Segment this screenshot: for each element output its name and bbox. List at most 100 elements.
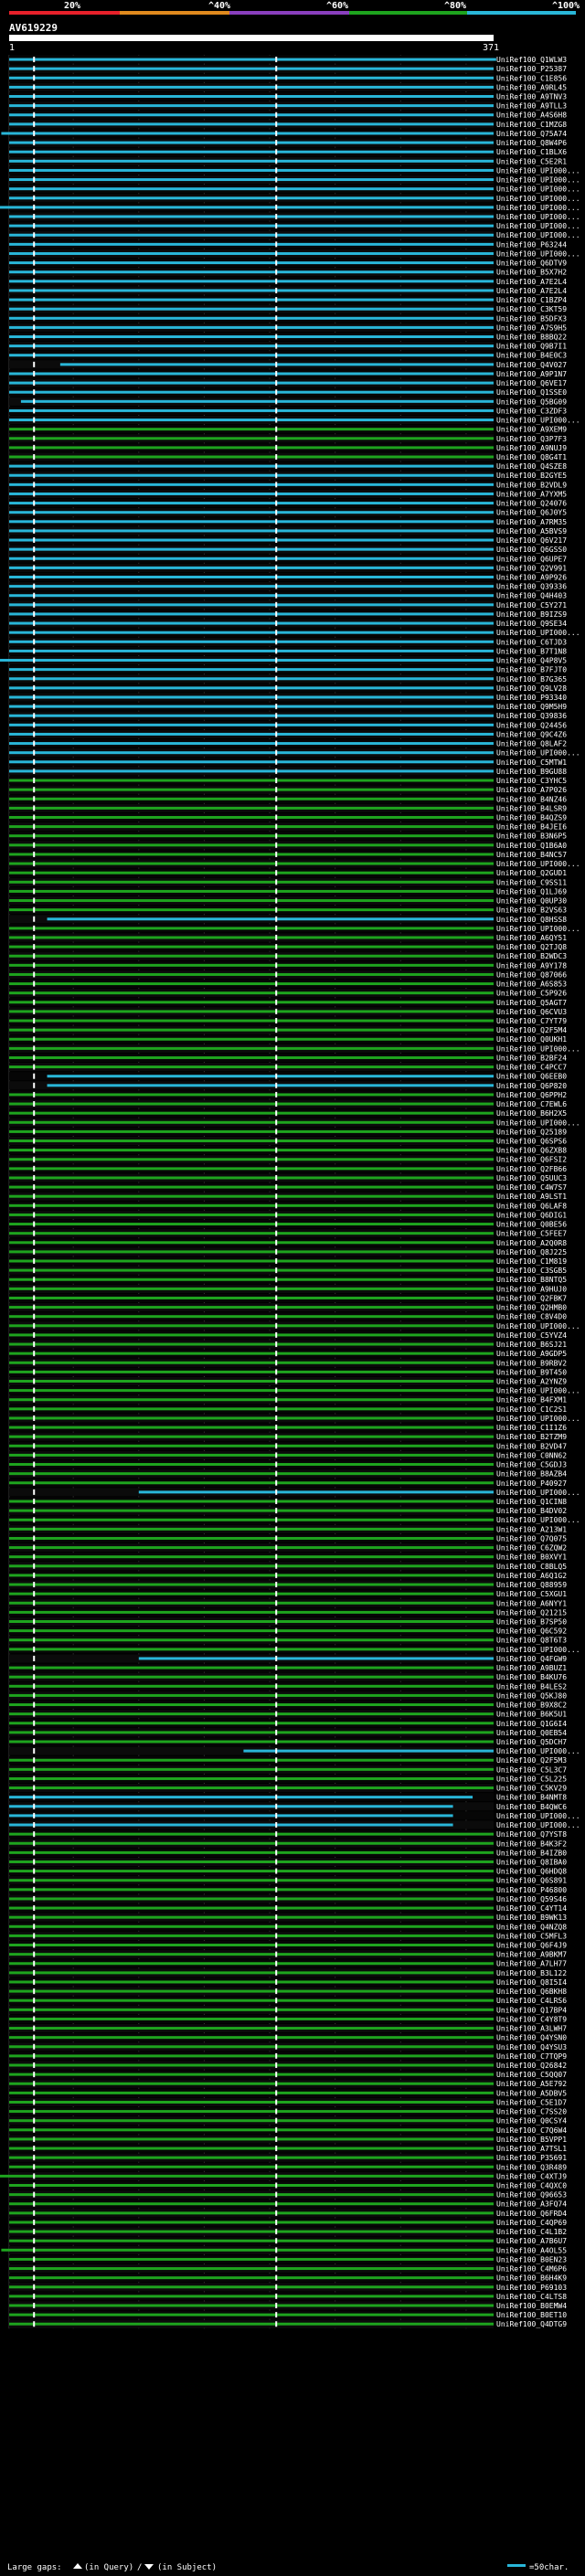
hit-label[interactable]: UniRef100_Q1SSE0 bbox=[496, 388, 567, 397]
hit-row[interactable]: UniRef100_Q8LAF2 bbox=[9, 739, 567, 748]
hit-bar[interactable] bbox=[9, 1518, 494, 1521]
hit-row[interactable]: UniRef100_Q8J225 bbox=[9, 1247, 567, 1256]
hit-bar[interactable] bbox=[9, 2128, 494, 2132]
hit-label[interactable]: UniRef100_P25387 bbox=[496, 65, 567, 73]
hit-bar[interactable] bbox=[9, 1120, 494, 1124]
hit-row[interactable]: UniRef100_Q5KJ80 bbox=[9, 1691, 567, 1701]
hit-bar[interactable] bbox=[9, 261, 494, 265]
hit-row[interactable]: UniRef100_C7SS20 bbox=[9, 2107, 567, 2116]
hit-bar[interactable] bbox=[9, 168, 494, 172]
hit-label[interactable]: UniRef100_B2WDC3 bbox=[496, 952, 567, 960]
hit-bar[interactable] bbox=[9, 1796, 473, 1799]
hit-bar[interactable] bbox=[9, 1167, 494, 1171]
hit-bar[interactable] bbox=[9, 1684, 494, 1688]
hit-row[interactable]: UniRef100_Q6HDQ8 bbox=[9, 1867, 567, 1876]
hit-label[interactable]: UniRef100_A6QY51 bbox=[496, 934, 567, 942]
hit-row[interactable]: UniRef100_Q26842 bbox=[9, 2061, 567, 2070]
hit-bar[interactable] bbox=[9, 714, 494, 717]
hit-label[interactable]: UniRef100_Q6LAF8 bbox=[496, 1202, 567, 1210]
hit-bar[interactable] bbox=[9, 1740, 494, 1744]
hit-bar[interactable] bbox=[9, 1259, 494, 1263]
hit-label[interactable]: UniRef100_UPI000... bbox=[496, 222, 580, 230]
hit-label[interactable]: UniRef100_P35691 bbox=[496, 2154, 567, 2162]
hit-row[interactable]: UniRef100_P40927 bbox=[9, 1479, 567, 1488]
hit-bar[interactable] bbox=[9, 1001, 494, 1004]
hit-bar[interactable] bbox=[9, 547, 494, 551]
hit-bar[interactable] bbox=[9, 2137, 494, 2141]
hit-row[interactable]: UniRef100_B2WDC3 bbox=[9, 951, 567, 961]
hit-bar[interactable] bbox=[9, 85, 494, 89]
hit-bar[interactable] bbox=[47, 1084, 495, 1087]
hit-label[interactable]: UniRef100_UPI000... bbox=[496, 1821, 580, 1829]
hit-bar[interactable] bbox=[9, 871, 494, 875]
hit-row[interactable]: UniRef100_UPI000... bbox=[9, 1811, 580, 1820]
hit-label[interactable]: UniRef100_C1E856 bbox=[496, 74, 567, 82]
hit-label[interactable]: UniRef100_Q5AGT7 bbox=[496, 999, 567, 1007]
hit-label[interactable]: UniRef100_A9BUZ1 bbox=[496, 1664, 567, 1672]
hit-bar[interactable] bbox=[9, 889, 494, 893]
hit-row[interactable]: UniRef100_B7T1N8 bbox=[9, 646, 567, 656]
hit-label[interactable]: UniRef100_Q17BP4 bbox=[496, 2006, 567, 2014]
hit-bar[interactable] bbox=[9, 1527, 494, 1531]
hit-row[interactable]: UniRef100_A3LWH7 bbox=[9, 2023, 567, 2033]
hit-bar[interactable] bbox=[9, 1722, 494, 1725]
hit-label[interactable]: UniRef100_Q8J225 bbox=[496, 1248, 567, 1256]
hit-label[interactable]: UniRef100_B9RBV2 bbox=[496, 1359, 567, 1367]
hit-row[interactable]: UniRef100_A9GDP5 bbox=[9, 1349, 567, 1359]
hit-label[interactable]: UniRef100_B5VPP1 bbox=[496, 2136, 567, 2144]
hit-row[interactable]: UniRef100_B7G365 bbox=[9, 674, 567, 684]
hit-label[interactable]: UniRef100_C1I1Z6 bbox=[496, 1424, 567, 1432]
hit-bar[interactable] bbox=[9, 473, 494, 477]
hit-row[interactable]: UniRef100_B9WK13 bbox=[9, 1913, 567, 1923]
hit-label[interactable]: UniRef100_Q88959 bbox=[496, 1581, 567, 1589]
hit-row[interactable]: UniRef100_Q0UKH1 bbox=[9, 1034, 567, 1044]
hit-row[interactable]: UniRef100_B9X8C2 bbox=[9, 1700, 567, 1710]
hit-row[interactable]: UniRef100_Q8IBA0 bbox=[9, 1857, 567, 1867]
hit-row[interactable]: UniRef100_Q6DIG1 bbox=[9, 1210, 567, 1220]
hit-bar[interactable] bbox=[9, 1046, 494, 1050]
hit-bar[interactable] bbox=[9, 67, 494, 70]
hit-bar[interactable] bbox=[9, 1223, 494, 1226]
hit-bar[interactable] bbox=[9, 1481, 494, 1485]
hit-bar[interactable] bbox=[9, 945, 494, 949]
hit-row[interactable]: UniRef100_C7EWL6 bbox=[9, 1099, 567, 1108]
hit-bar[interactable] bbox=[9, 1426, 494, 1429]
hit-label[interactable]: UniRef100_Q9SE34 bbox=[496, 620, 567, 628]
hit-bar[interactable] bbox=[9, 1213, 494, 1216]
hit-row[interactable]: UniRef100_B7SP50 bbox=[9, 1617, 567, 1627]
hit-label[interactable]: UniRef100_C9SS11 bbox=[496, 878, 567, 886]
hit-row[interactable]: UniRef100_C7TQP9 bbox=[9, 2051, 567, 2061]
hit-label[interactable]: UniRef100_B4JEI6 bbox=[496, 823, 567, 832]
hit-row[interactable]: UniRef100_Q59S46 bbox=[9, 1894, 567, 1903]
hit-bar[interactable] bbox=[9, 1140, 494, 1143]
hit-bar[interactable] bbox=[9, 492, 494, 495]
hit-label[interactable]: UniRef100_C5L225 bbox=[496, 1775, 567, 1783]
hit-row[interactable]: UniRef100_UPI000... bbox=[9, 415, 580, 425]
hit-row[interactable]: UniRef100_Q3R489 bbox=[9, 2162, 567, 2172]
hit-bar[interactable] bbox=[9, 1361, 494, 1364]
hit-row[interactable]: UniRef100_C5XGU1 bbox=[9, 1589, 567, 1599]
hit-label[interactable]: UniRef100_C4L1B2 bbox=[496, 2228, 567, 2236]
hit-label[interactable]: UniRef100_Q5DCH7 bbox=[496, 1738, 567, 1746]
hit-bar[interactable] bbox=[9, 1666, 494, 1670]
hit-row[interactable]: UniRef100_B6SJ21 bbox=[9, 1340, 567, 1349]
hit-row[interactable]: UniRef100_C4L1B2 bbox=[9, 2227, 567, 2237]
hit-label[interactable]: UniRef100_UPI000... bbox=[496, 166, 580, 175]
hit-row[interactable]: UniRef100_Q7Q075 bbox=[9, 1533, 567, 1543]
hit-row[interactable]: UniRef100_Q2HMB0 bbox=[9, 1303, 567, 1312]
hit-row[interactable]: UniRef100_B0ET10 bbox=[9, 2310, 567, 2320]
hit-bar[interactable] bbox=[9, 779, 494, 782]
hit-label[interactable]: UniRef100_Q2V991 bbox=[496, 564, 567, 572]
hit-row[interactable]: UniRef100_Q4YSU3 bbox=[9, 2042, 567, 2051]
hit-bar[interactable] bbox=[9, 150, 494, 154]
hit-bar[interactable] bbox=[9, 196, 494, 200]
hit-row[interactable]: UniRef100_Q24456 bbox=[9, 720, 567, 730]
hit-row[interactable]: UniRef100_Q4NZQ8 bbox=[9, 1922, 567, 1932]
hit-bar[interactable] bbox=[9, 853, 494, 856]
hit-label[interactable]: UniRef100_B4QZS9 bbox=[496, 813, 567, 822]
hit-label[interactable]: UniRef100_C7SS20 bbox=[496, 2108, 567, 2116]
hit-bar[interactable] bbox=[9, 2100, 494, 2104]
hit-row[interactable]: UniRef100_Q9M5H9 bbox=[9, 702, 567, 712]
hit-row[interactable]: UniRef100_Q6SPS6 bbox=[9, 1136, 567, 1146]
hit-row[interactable]: UniRef100_A7E2L4 bbox=[9, 277, 567, 286]
